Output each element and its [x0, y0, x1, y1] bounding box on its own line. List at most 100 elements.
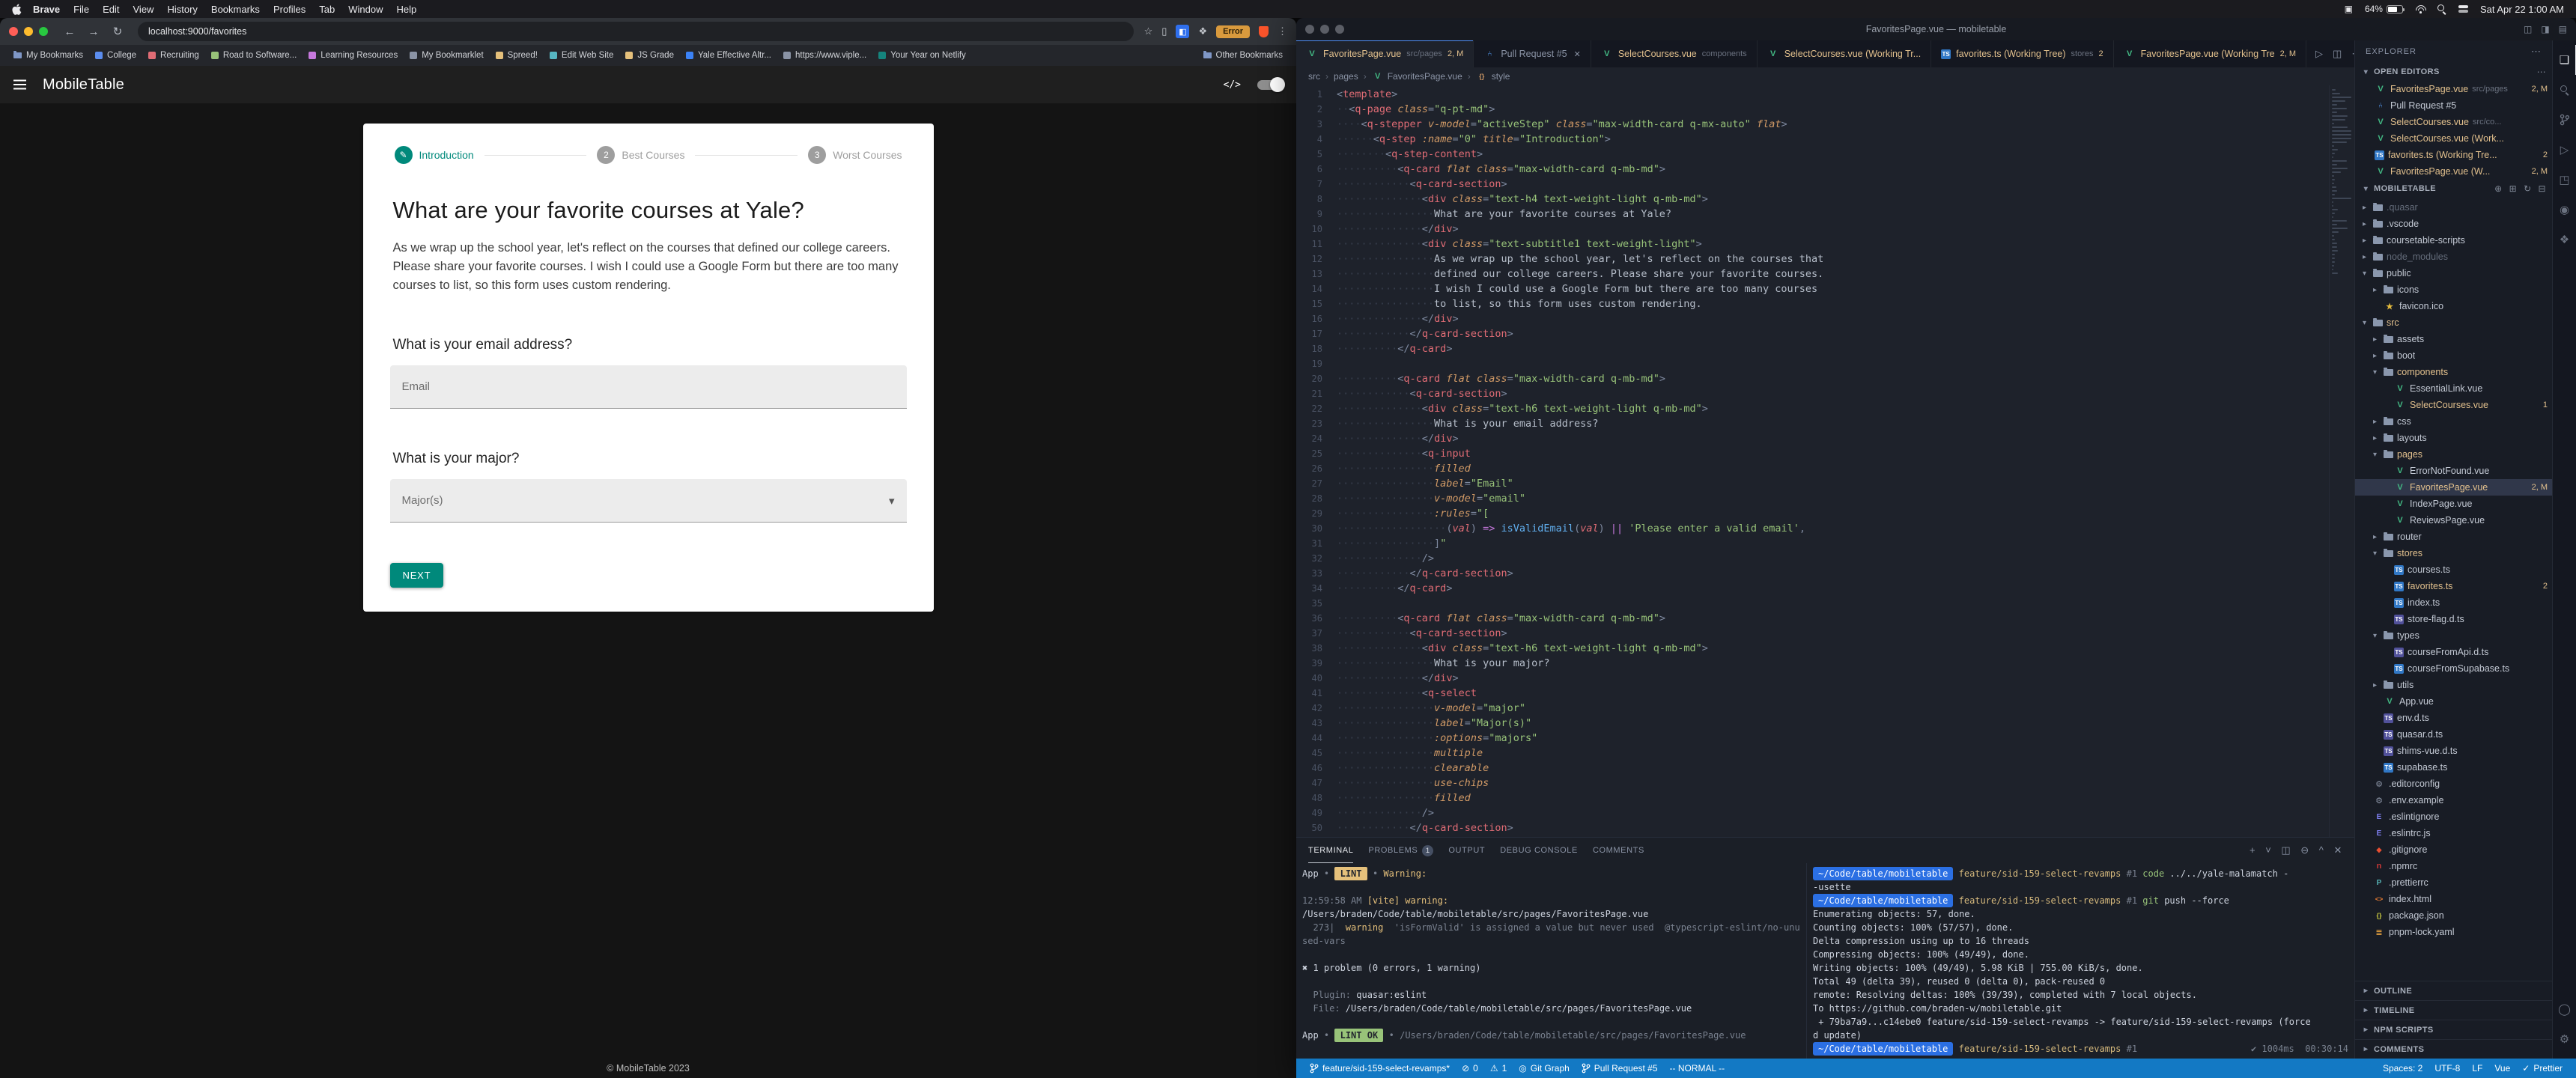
- control-center-icon[interactable]: [2458, 5, 2468, 13]
- maximize-panel-icon[interactable]: ^: [2319, 844, 2324, 856]
- status-lf[interactable]: LF: [2466, 1059, 2488, 1078]
- split-editor-icon[interactable]: ◫: [2333, 48, 2342, 60]
- status-feature-sid-159-select-revamps[interactable]: feature/sid-159-select-revamps*: [1304, 1059, 1456, 1078]
- bookmark-your-year-on-netlify[interactable]: Your Year on Netlify: [872, 49, 972, 62]
- line-number[interactable]: 19: [1296, 356, 1337, 371]
- line-number[interactable]: 48: [1296, 791, 1337, 806]
- tab-selectcourses-vue-working-tr[interactable]: V SelectCourses.vue (Working Tr...: [1757, 40, 1932, 67]
- line-number[interactable]: 14: [1296, 281, 1337, 296]
- tree-item-essentiallink-vue[interactable]: V EssentialLink.vue: [2355, 380, 2552, 397]
- tree-item-utils[interactable]: ▸ utils: [2355, 677, 2552, 693]
- apple-menu[interactable]: [12, 3, 22, 15]
- line-number[interactable]: 15: [1296, 296, 1337, 311]
- wifi-icon[interactable]: [2415, 5, 2425, 13]
- menubar-item-edit[interactable]: Edit: [96, 4, 126, 15]
- line-number[interactable]: 25: [1296, 446, 1337, 461]
- line-number[interactable]: 26: [1296, 461, 1337, 476]
- explorer-more-icon[interactable]: ⋯: [2531, 46, 2542, 58]
- line-number[interactable]: 8: [1296, 192, 1337, 207]
- tree-item-errornotfound-vue[interactable]: V ErrorNotFound.vue: [2355, 463, 2552, 479]
- menubar-item-help[interactable]: Help: [390, 4, 424, 15]
- toggle-sidebar-icon[interactable]: ◨: [2541, 24, 2549, 34]
- tab-selectcourses-vue[interactable]: V SelectCourses.vue components: [1591, 40, 1758, 67]
- menubar-item-view[interactable]: View: [127, 4, 161, 15]
- tree-item-eslintignore[interactable]: E .eslintignore: [2355, 808, 2552, 825]
- line-number[interactable]: 9: [1296, 207, 1337, 222]
- refresh-icon[interactable]: ↻: [2524, 183, 2531, 194]
- bookmark-road-to-software[interactable]: Road to Software...: [205, 49, 303, 62]
- bookmark-my-bookmarks[interactable]: My Bookmarks: [7, 49, 89, 62]
- toggle-panel-icon[interactable]: ◫: [2524, 24, 2532, 34]
- hamburger-menu-icon[interactable]: [13, 84, 26, 85]
- browser-menu-icon[interactable]: ⋮: [1278, 25, 1287, 37]
- line-number[interactable]: 50: [1296, 820, 1337, 835]
- tree-item-courses-ts[interactable]: TS courses.ts: [2355, 561, 2552, 578]
- line-number[interactable]: 42: [1296, 701, 1337, 716]
- line-number[interactable]: 47: [1296, 776, 1337, 791]
- tree-item-favorites-ts[interactable]: TS favorites.ts 2: [2355, 578, 2552, 594]
- status-0[interactable]: ⊘ 0: [1456, 1059, 1484, 1078]
- terminal-right[interactable]: ~/Code/table/mobiletable feature/sid-159…: [1807, 863, 2354, 1059]
- other-bookmarks[interactable]: Other Bookmarks: [1197, 49, 1289, 62]
- breadcrumb-item-src[interactable]: src: [1308, 71, 1320, 82]
- tree-item-npmrc[interactable]: n .npmrc: [2355, 858, 2552, 874]
- tree-item-editorconfig[interactable]: ⚙ .editorconfig: [2355, 776, 2552, 792]
- line-number[interactable]: 4: [1296, 132, 1337, 147]
- tree-item-prettierrc[interactable]: P .prettierrc: [2355, 874, 2552, 891]
- step-introduction[interactable]: ✎ Introduction: [394, 146, 474, 164]
- new-terminal-icon[interactable]: +: [2250, 844, 2255, 856]
- back-button[interactable]: ←: [60, 25, 79, 38]
- line-number[interactable]: 35: [1296, 596, 1337, 611]
- line-number[interactable]: 45: [1296, 746, 1337, 761]
- dark-mode-toggle[interactable]: [1257, 76, 1285, 92]
- extension-error-badge[interactable]: Error: [1216, 25, 1250, 38]
- tree-item-vscode[interactable]: ▸ .vscode: [2355, 216, 2552, 232]
- line-number[interactable]: 3: [1296, 117, 1337, 132]
- code-icon[interactable]: </>: [1224, 79, 1241, 91]
- line-number[interactable]: 20: [1296, 371, 1337, 386]
- brave-shield-icon[interactable]: [1259, 25, 1269, 37]
- open-editor-favorites-ts-working-tre[interactable]: TS favorites.ts (Working Tre... 2: [2355, 147, 2552, 163]
- line-number[interactable]: 27: [1296, 476, 1337, 491]
- minimap[interactable]: [2329, 85, 2354, 837]
- line-number[interactable]: 37: [1296, 626, 1337, 641]
- bookmark-js-grade[interactable]: JS Grade: [619, 49, 680, 62]
- run-debug-icon[interactable]: ▷: [2553, 135, 2576, 165]
- tree-item-node-modules[interactable]: ▸ node_modules: [2355, 249, 2552, 265]
- tree-item-quasar-d-ts[interactable]: TS quasar.d.ts: [2355, 726, 2552, 743]
- menubar-item-profiles[interactable]: Profiles: [267, 4, 312, 15]
- section-npm-scripts[interactable]: ▸ NPM SCRIPTS: [2355, 1020, 2552, 1039]
- split-terminal-icon[interactable]: ◫: [2281, 844, 2291, 856]
- extensions-icon[interactable]: ◳: [2553, 165, 2576, 195]
- tree-item-css[interactable]: ▸ css: [2355, 413, 2552, 430]
- minimize-window-button[interactable]: [1320, 25, 1329, 34]
- tree-item-gitignore[interactable]: ◆ .gitignore: [2355, 841, 2552, 858]
- code-area[interactable]: 1 <template> 2 ··<q-page class="q-pt-md"> 3 ·…: [1296, 85, 2329, 837]
- line-number[interactable]: 16: [1296, 311, 1337, 326]
- zoom-window-button[interactable]: [39, 27, 48, 36]
- terminal-left[interactable]: App • LINT • Warning: 12:59:58 AM [vite]…: [1296, 863, 1807, 1059]
- status-utf-8[interactable]: UTF-8: [2428, 1059, 2466, 1078]
- menubar-item-history[interactable]: History: [160, 4, 204, 15]
- status-1[interactable]: ⚠ 1: [1484, 1059, 1513, 1078]
- tree-item-pages[interactable]: ▾ pages: [2355, 446, 2552, 463]
- menubar-clock[interactable]: Sat Apr 22 1:00 AM: [2480, 4, 2564, 15]
- bookmark-https-www-viple[interactable]: https://www.viple...: [777, 49, 872, 62]
- tree-item-public[interactable]: ▾ public: [2355, 265, 2552, 281]
- line-number[interactable]: 41: [1296, 686, 1337, 701]
- line-number[interactable]: 24: [1296, 431, 1337, 446]
- status-spaces-2[interactable]: Spaces: 2: [2377, 1059, 2428, 1078]
- tree-item-shims-vue-d-ts[interactable]: TS shims-vue.d.ts: [2355, 743, 2552, 759]
- status-git-graph[interactable]: ◎ Git Graph: [1513, 1059, 1576, 1078]
- sidebar-icon[interactable]: ▯: [1161, 25, 1167, 37]
- tree-item-boot[interactable]: ▸ boot: [2355, 347, 2552, 364]
- active-extension-icon[interactable]: ◧: [1176, 25, 1190, 38]
- open-editor-selectcourses-vue[interactable]: V SelectCourses.vue src/co...: [2355, 114, 2552, 130]
- tree-item-router[interactable]: ▸ router: [2355, 529, 2552, 545]
- bookmark-yale-effective-altr[interactable]: Yale Effective Altr...: [680, 49, 777, 62]
- tree-item-pnpm-lock-yaml[interactable]: ≣ pnpm-lock.yaml: [2355, 924, 2552, 940]
- next-button[interactable]: NEXT: [389, 563, 444, 588]
- menubar-item-tab[interactable]: Tab: [312, 4, 341, 15]
- line-number[interactable]: 40: [1296, 671, 1337, 686]
- minimize-window-button[interactable]: [24, 27, 33, 36]
